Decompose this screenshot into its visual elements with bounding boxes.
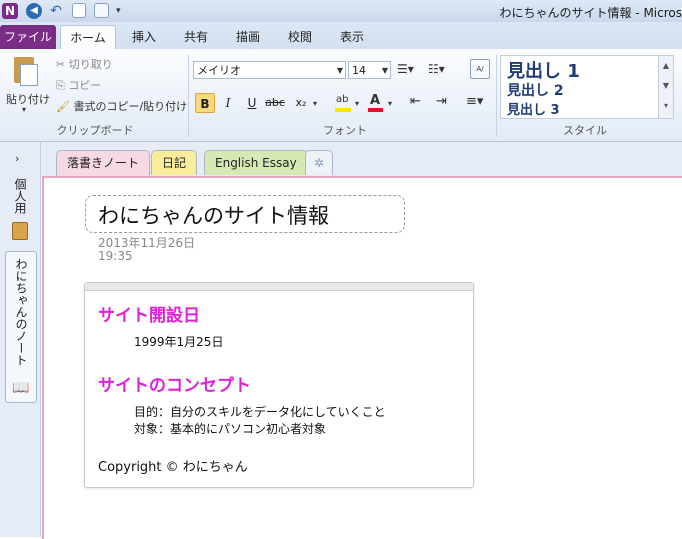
font-group-label: フォント [323, 124, 367, 137]
tab-review[interactable]: 校閲 [278, 25, 322, 49]
styles-gallery: 見出し 1 見出し 2 見出し 3 ▲ ▼ ▾ [500, 55, 674, 119]
dock-icon[interactable] [72, 3, 86, 18]
notebook-icon[interactable] [12, 222, 28, 240]
note-heading-launch[interactable]: サイト開設日 [98, 301, 200, 326]
subscript-button[interactable]: x₂ [291, 93, 311, 113]
new-section-icon[interactable]: ✲ [305, 150, 334, 175]
increase-indent-icon[interactable]: ⇥ [436, 94, 447, 109]
format-painter-icon: 🖌 [56, 100, 70, 113]
cut-label: 切り取り [68, 58, 113, 71]
expand-nav-icon[interactable]: › [15, 152, 19, 165]
font-size-value: 14 [352, 64, 366, 77]
tab-draw[interactable]: 描画 [226, 25, 270, 49]
styles-group-label: スタイル [563, 124, 607, 137]
decrease-indent-icon[interactable]: ⇤ [410, 94, 421, 109]
section-tab-row: 落書きノート 日記 English Essay ✲ [41, 142, 682, 177]
onenote-logo-icon: N [2, 3, 18, 19]
nav-item-personal[interactable]: 個人用 [12, 178, 29, 214]
section-tab-english[interactable]: English Essay [204, 150, 308, 175]
note-purpose[interactable]: 目的：自分のスキルをデータ化にしていくこと [134, 403, 386, 420]
nav-item-notebook[interactable]: わにちゃんのノート 📖 [5, 251, 37, 403]
paste-icon[interactable] [10, 55, 40, 87]
tab-insert[interactable]: 挿入 [122, 25, 166, 49]
note-copyright[interactable]: Copyright © わにちゃん [98, 456, 248, 475]
italic-button[interactable]: I [218, 93, 238, 113]
paste-button[interactable]: 貼り付け [6, 91, 50, 107]
tab-share[interactable]: 共有 [174, 25, 218, 49]
bullets-icon[interactable]: ☰▾ [397, 62, 414, 76]
style-heading-3[interactable]: 見出し 3 [507, 99, 560, 118]
font-name-value: メイリオ [197, 64, 241, 77]
chevron-down-icon: ▼ [381, 66, 388, 75]
font-name-combo[interactable]: メイリオ ▼ [193, 61, 346, 79]
format-painter-label: 書式のコピー/貼り付け [73, 100, 188, 113]
chevron-down-icon[interactable]: ▾ [313, 99, 317, 108]
full-page-view-icon[interactable] [94, 3, 109, 18]
section-tab-diary[interactable]: 日記 [151, 150, 198, 175]
align-icon[interactable]: ≡▾ [466, 94, 483, 109]
notebook-label: わにちゃんのノート [14, 258, 28, 366]
chevron-down-icon[interactable]: ▾ [355, 99, 359, 108]
group-divider [496, 55, 497, 137]
note-container[interactable]: サイト開設日 1999年1月25日 サイトのコンセプト 目的：自分のスキルをデー… [84, 282, 474, 488]
title-bar: N ◀ ↶ ▾ わにちゃんのサイト情報 - Micros [0, 0, 682, 22]
copy-button[interactable]: ⎘ コピー [56, 77, 101, 93]
note-heading-concept[interactable]: サイトのコンセプト [98, 371, 251, 396]
note-launch-date[interactable]: 1999年1月25日 [134, 333, 223, 350]
copy-icon: ⎘ [56, 79, 65, 92]
window-title: わにちゃんのサイト情報 - Micros [499, 6, 682, 20]
ribbon: 貼り付け ▾ ✂ 切り取り ⎘ コピー 🖌 書式のコピー/貼り付け クリップボー… [0, 49, 682, 142]
notebook-nav-pane: › 個人用 わにちゃんのノート 📖 [0, 142, 41, 537]
font-size-combo[interactable]: 14 ▼ [348, 61, 391, 79]
scroll-down-icon[interactable]: ▼ [659, 76, 673, 96]
note-container-handle[interactable] [85, 283, 473, 291]
page-title[interactable]: わにちゃんのサイト情報 [98, 200, 329, 230]
scissors-icon: ✂ [56, 58, 66, 71]
book-icon: 📖 [12, 380, 30, 396]
tab-file[interactable]: ファイル [0, 25, 56, 49]
page-canvas[interactable]: わにちゃんのサイト情報 2013年11月26日 19:35 サイト開設日 199… [42, 176, 682, 539]
customize-quick-access-icon[interactable]: ▾ [116, 3, 132, 19]
strikethrough-button[interactable]: abc [265, 93, 285, 113]
format-painter-button[interactable]: 🖌 書式のコピー/貼り付け [56, 98, 187, 114]
font-color-icon[interactable]: A [367, 93, 383, 115]
tab-home[interactable]: ホーム [60, 25, 116, 50]
style-heading-2[interactable]: 見出し 2 [507, 80, 564, 100]
page-time: 19:35 [98, 249, 133, 263]
tab-view[interactable]: 表示 [330, 25, 374, 49]
clipboard-group-label: クリップボード [56, 124, 134, 137]
section-tab-scratch[interactable]: 落書きノート [56, 150, 151, 177]
note-target[interactable]: 対象：基本的にパソコン初心者対象 [134, 420, 326, 437]
ribbon-tab-row: ファイル ホーム 挿入 共有 描画 校閲 表示 [0, 22, 682, 50]
undo-icon[interactable]: ↶ [48, 3, 64, 19]
cut-button[interactable]: ✂ 切り取り [56, 56, 113, 72]
back-icon[interactable]: ◀ [26, 3, 42, 19]
numbering-icon[interactable]: ☷▾ [428, 62, 445, 76]
clear-formatting-icon[interactable]: A/ [470, 59, 490, 79]
chevron-down-icon: ▼ [336, 66, 343, 75]
more-styles-icon[interactable]: ▾ [659, 96, 673, 116]
group-divider [188, 55, 189, 137]
highlight-icon[interactable]: ab [334, 93, 352, 115]
scroll-up-icon[interactable]: ▲ [659, 56, 673, 76]
paste-dropdown-icon[interactable]: ▾ [22, 105, 26, 114]
underline-button[interactable]: U [242, 93, 262, 113]
copy-label: コピー [68, 79, 102, 92]
bold-button[interactable]: B [195, 93, 215, 113]
chevron-down-icon[interactable]: ▾ [388, 99, 392, 108]
